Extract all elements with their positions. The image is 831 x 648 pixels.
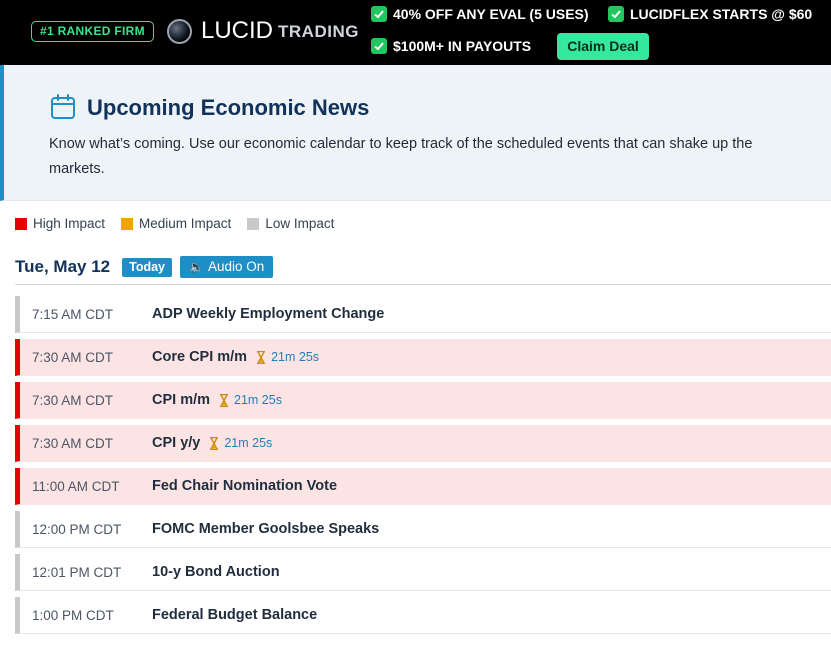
today-badge: Today: [122, 257, 173, 277]
legend-label: Medium Impact: [139, 216, 232, 231]
page-description: Know what’s coming. Use our economic cal…: [49, 136, 753, 177]
event-name-group: Federal Budget Balance: [152, 607, 317, 623]
event-row[interactable]: 7:30 AM CDT Core CPI m/m 21m 25s: [15, 339, 831, 376]
event-row[interactable]: 7:15 AM CDT ADP Weekly Employment Change: [15, 296, 831, 333]
impact-legend: High Impact Medium Impact Low Impact: [15, 216, 350, 231]
ranked-firm-badge: #1 RANKED FIRM: [31, 21, 154, 42]
medium-impact-swatch: [121, 217, 134, 230]
hourglass-icon: [257, 350, 266, 364]
event-name: CPI m/m: [152, 392, 211, 408]
event-name-group: FOMC Member Goolsbee Speaks: [152, 521, 379, 537]
speaker-icon: 🔈: [189, 260, 204, 274]
promo-lucidflex-text: LUCIDFLEX STARTS @ $60: [630, 6, 813, 22]
event-name: CPI y/y: [152, 435, 201, 451]
event-countdown: 21m 25s: [209, 436, 272, 450]
event-time: 12:00 PM CDT: [32, 521, 122, 537]
promo-payouts-text: $100M+ IN PAYOUTS: [393, 38, 532, 54]
event-row[interactable]: 12:01 PM CDT 10-y Bond Auction: [15, 554, 831, 591]
hourglass-icon: [220, 393, 229, 407]
lucid-logo-icon[interactable]: [167, 19, 192, 44]
event-name: ADP Weekly Employment Change: [152, 306, 385, 322]
promo-banner: #1 RANKED FIRM LUCID TRADING 40% OFF ANY…: [0, 0, 831, 65]
event-row[interactable]: 7:30 AM CDT CPI m/m 21m 25s: [15, 382, 831, 419]
date-label: Tue, May 12: [15, 257, 111, 276]
event-name-group: CPI y/y 21m 25s: [152, 435, 272, 451]
promo-lucidflex: LUCIDFLEX STARTS @ $60: [608, 6, 812, 22]
event-name: Fed Chair Nomination Vote: [152, 478, 338, 494]
legend-medium-impact: Medium Impact: [121, 216, 231, 231]
date-bar: Tue, May 12 Today 🔈 Audio On: [15, 256, 274, 278]
event-name-group: CPI m/m 21m 25s: [152, 392, 282, 408]
check-icon: [608, 6, 624, 22]
event-time: 11:00 AM CDT: [32, 478, 120, 494]
audio-toggle-button[interactable]: 🔈 Audio On: [180, 256, 274, 278]
legend-high-impact: High Impact: [15, 216, 105, 231]
divider: [15, 284, 831, 285]
event-time: 7:30 AM CDT: [32, 435, 114, 451]
promo-payouts: $100M+ IN PAYOUTS: [371, 38, 531, 54]
event-countdown: 21m 25s: [256, 350, 319, 364]
event-name-group: Core CPI m/m 21m 25s: [152, 349, 319, 365]
event-time: 12:01 PM CDT: [32, 564, 122, 580]
logo-name[interactable]: LUCID: [201, 16, 273, 46]
countdown-text: 21m 25s: [234, 393, 282, 407]
logo-subtitle[interactable]: TRADING: [278, 22, 359, 42]
check-icon: [371, 6, 387, 22]
event-row[interactable]: 11:00 AM CDT Fed Chair Nomination Vote: [15, 468, 831, 505]
low-impact-swatch: [247, 217, 260, 230]
hourglass-icon: [210, 436, 219, 450]
event-name: FOMC Member Goolsbee Speaks: [152, 521, 380, 537]
promo-discount: 40% OFF ANY EVAL (5 USES): [371, 6, 589, 22]
countdown-text: 21m 25s: [271, 350, 320, 364]
event-time: 1:00 PM CDT: [32, 607, 114, 623]
promo-discount-text: 40% OFF ANY EVAL (5 USES): [393, 6, 589, 22]
page-title: Upcoming Economic News: [87, 95, 370, 120]
calendar-icon: [51, 94, 75, 119]
event-row[interactable]: 7:30 AM CDT CPI y/y 21m 25s: [15, 425, 831, 462]
legend-low-impact: Low Impact: [247, 216, 334, 231]
countdown-text: 21m 25s: [224, 436, 273, 450]
event-countdown: 21m 25s: [219, 393, 282, 407]
event-name: Federal Budget Balance: [152, 607, 318, 623]
event-time: 7:15 AM CDT: [32, 306, 114, 322]
event-name: Core CPI m/m: [152, 349, 248, 365]
events-list: 7:15 AM CDT ADP Weekly Employment Change 7…: [15, 296, 831, 640]
event-time: 7:30 AM CDT: [32, 349, 114, 365]
claim-deal-button[interactable]: Claim Deal: [557, 33, 649, 60]
legend-label: Low Impact: [265, 216, 335, 231]
economic-news-header: Upcoming Economic News Know what’s comin…: [0, 65, 831, 201]
event-name: 10-y Bond Auction: [152, 564, 280, 580]
audio-label: Audio On: [207, 259, 265, 274]
event-name-group: 10-y Bond Auction: [152, 564, 280, 580]
event-name-group: ADP Weekly Employment Change: [152, 306, 384, 322]
legend-label: High Impact: [33, 216, 106, 231]
event-row[interactable]: 12:00 PM CDT FOMC Member Goolsbee Speaks: [15, 511, 831, 548]
check-icon: [371, 38, 387, 54]
event-time: 7:30 AM CDT: [32, 392, 114, 408]
event-row[interactable]: 1:00 PM CDT Federal Budget Balance: [15, 597, 831, 634]
event-name-group: Fed Chair Nomination Vote: [152, 478, 337, 494]
high-impact-swatch: [15, 217, 27, 230]
